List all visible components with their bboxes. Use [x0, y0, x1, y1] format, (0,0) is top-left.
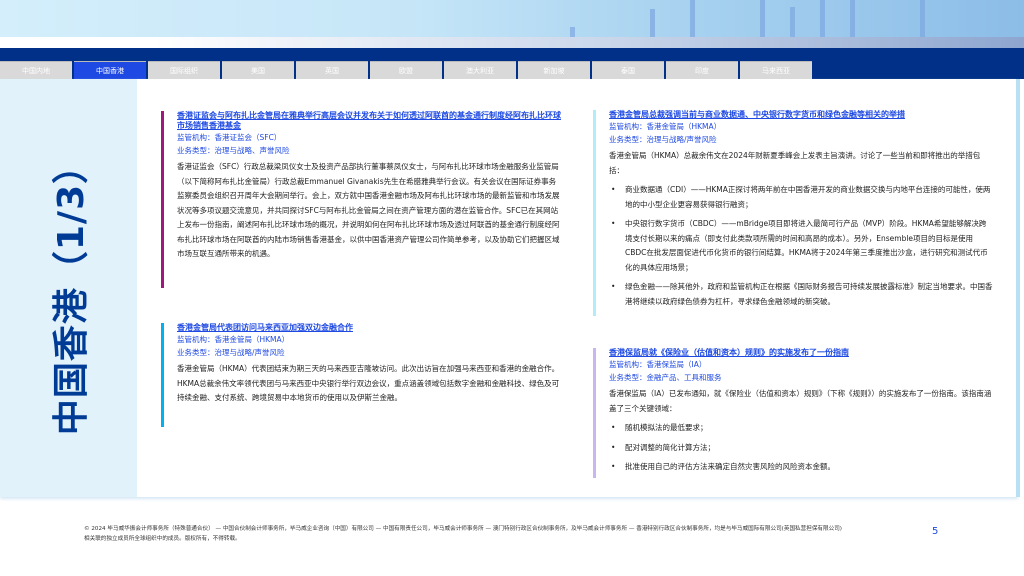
accent-bar — [593, 110, 596, 316]
accent-bar — [593, 348, 596, 478]
tab-us[interactable]: 美国 — [222, 61, 294, 79]
tab-mainland[interactable]: 中国内地 — [0, 61, 72, 79]
article-body: 香港证监会（SFC）行政总裁梁凤仪女士及投资产品部执行董事蔡凤仪女士，与阿布扎比… — [177, 162, 560, 258]
tab-international[interactable]: 国际组织 — [148, 61, 220, 79]
article-regulator: 监管机构：香港金管局（HKMA） — [609, 122, 722, 131]
article-regulator: 监管机构：香港金管局（HKMA） — [177, 335, 290, 344]
article-card: 香港保监局就《保险业（估值和资本）规则》的实施发布了一份指南 监管机构：香港保监… — [593, 348, 993, 478]
bullet-item: 随机模拟法的最低要求； — [609, 421, 993, 436]
bullet-item: 商业数据通（CDI）——HKMA正探讨将两年前在中国香港开发的商业数据交换与内地… — [609, 183, 993, 212]
tab-hong-kong[interactable]: 中国香港 — [74, 61, 146, 79]
tab-eu[interactable]: 欧盟 — [370, 61, 442, 79]
article-body: 香港金管局（HKMA）总裁余伟文在2024年财新夏季峰会上发表主旨演讲。讨论了一… — [609, 151, 981, 175]
article-title[interactable]: 香港证监会与阿布扎比金管局在雅典举行高层会议并发布关于如何透过阿联酋的基金通行制… — [177, 111, 561, 131]
bullet-item: 绿色金融——除其他外，政府和监管机构正在根据《国际财务报告可持续发展披露标准》制… — [609, 280, 993, 309]
article-regulator: 监管机构：香港证监会（SFC） — [177, 133, 282, 142]
article-card: 香港金管局代表团访问马来西亚加强双边金融合作 监管机构：香港金管局（HKMA） … — [161, 323, 561, 427]
bullet-list: 商业数据通（CDI）——HKMA正探讨将两年前在中国香港开发的商业数据交换与内地… — [609, 183, 993, 309]
article-card: 香港金管局总裁强调当前与商业数据通、中央银行数字货币和绿色金融等相关的举措 监管… — [593, 110, 993, 316]
region-tabs: 中国内地 中国香港 国际组织 美国 英国 欧盟 澳大利亚 新加坡 泰国 印度 马… — [0, 61, 812, 79]
sidebar: 中国香港（1/3） — [0, 79, 137, 497]
article-title[interactable]: 香港金管局总裁强调当前与商业数据通、中央银行数字货币和绿色金融等相关的举措 — [609, 110, 993, 120]
article-title[interactable]: 香港金管局代表团访问马来西亚加强双边金融合作 — [177, 323, 561, 333]
article-regulator: 监管机构：香港保监局（IA） — [609, 360, 707, 369]
article-type: 业务类型：金融产品、工具和服务 — [609, 373, 722, 382]
panel-edge — [1016, 79, 1020, 497]
article-body: 香港金管局（HKMA）代表团结束为期三天的马来西亚吉隆坡访问。此次出访旨在加强马… — [177, 364, 560, 402]
bullet-item: 中央银行数字货币（CBDC）——mBridge项目即将进入最简可行产品（MVP）… — [609, 217, 993, 275]
tab-singapore[interactable]: 新加坡 — [518, 61, 590, 79]
tab-india[interactable]: 印度 — [666, 61, 738, 79]
page-number: 5 — [932, 526, 939, 537]
section-title: 中国香港（1/3） — [51, 146, 92, 436]
article-type: 业务类型：治理与战略、声誉风险 — [177, 146, 290, 155]
header-strip — [0, 37, 1024, 48]
article-title[interactable]: 香港保监局就《保险业（估值和资本）规则》的实施发布了一份指南 — [609, 348, 993, 358]
tab-uk[interactable]: 英国 — [296, 61, 368, 79]
accent-bar — [161, 111, 164, 288]
bullet-list: 随机模拟法的最低要求； 配对调整的简化计算方法； 批准使用自己的评估方法来确定自… — [609, 421, 993, 475]
article-type: 业务类型：治理与战略/声誉风险 — [177, 348, 285, 357]
copyright-footer: © 2024 毕马威华振会计师事务所（特殊普通合伙） — 中国合伙制会计师事务所… — [84, 526, 842, 542]
tab-malaysia[interactable]: 马来西亚 — [740, 61, 812, 79]
bullet-item: 配对调整的简化计算方法； — [609, 441, 993, 456]
accent-bar — [161, 323, 164, 427]
article-body: 香港保监局（IA）已发布通知，就《保险业（估值和资本）规则》（下称《规则》）的实… — [609, 389, 992, 413]
header-banner — [0, 0, 1024, 37]
article-type: 业务类型：治理与战略/声誉风险 — [609, 135, 717, 144]
article-card: 香港证监会与阿布扎比金管局在雅典举行高层会议并发布关于如何透过阿联酋的基金通行制… — [161, 111, 561, 288]
bullet-item: 批准使用自己的评估方法来确定自然灾害风险的风险资本金额。 — [609, 460, 993, 475]
tab-thailand[interactable]: 泰国 — [592, 61, 664, 79]
tab-australia[interactable]: 澳大利亚 — [444, 61, 516, 79]
